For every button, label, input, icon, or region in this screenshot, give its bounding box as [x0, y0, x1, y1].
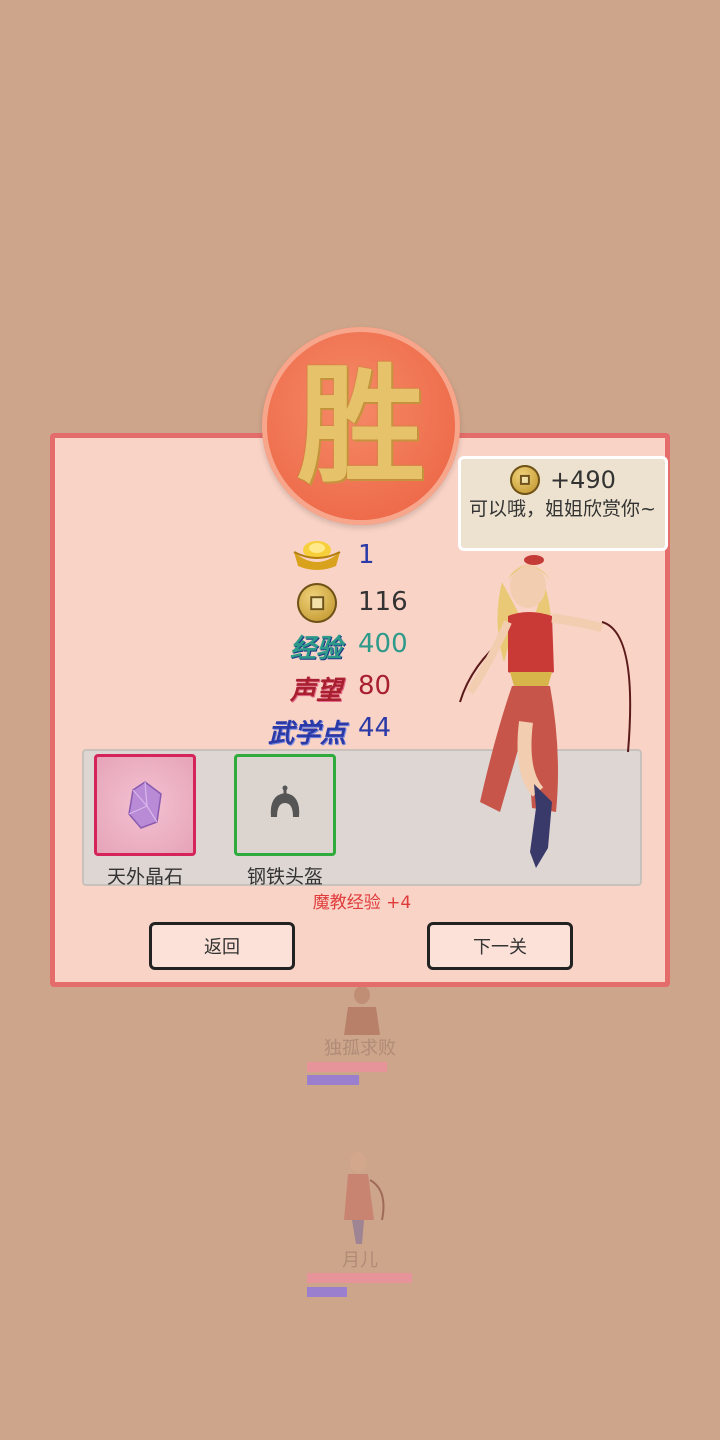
loot-name: 钢铁头盔	[246, 866, 323, 888]
speech-coin-amount: +490	[550, 466, 616, 494]
coin-value: 116	[358, 587, 408, 617]
speech-bubble: +490 可以哦，姐姐欣赏你~	[458, 456, 668, 551]
loot-slot-crystal[interactable]	[94, 754, 196, 856]
experience-label: 经验	[289, 634, 342, 664]
reputation-value: 80	[358, 671, 392, 701]
heroine-figure-icon	[344, 1152, 385, 1244]
hp-bar	[307, 1062, 387, 1072]
victory-text: 胜	[296, 351, 425, 501]
background-unit-dugu	[338, 985, 386, 1041]
coin-icon	[510, 465, 541, 495]
loot-slot-helmet[interactable]	[234, 754, 336, 856]
gold-ingot-icon	[293, 541, 341, 570]
helmet-icon	[270, 785, 300, 817]
game-screen: 独孤求败 月儿 胜 +490 可以哦，姐姐欣赏你~ 1 116 经验 400 声	[0, 0, 720, 1440]
back-button[interactable]: 返回	[149, 922, 295, 970]
next-level-button[interactable]: 下一关	[427, 922, 573, 970]
background-unit-yueer	[330, 1150, 390, 1250]
loot-name: 天外晶石	[106, 866, 183, 888]
mp-bar	[307, 1287, 347, 1297]
martial-points-value: 44	[358, 713, 392, 743]
coin-icon	[297, 583, 337, 623]
heroine-portrait	[459, 555, 632, 868]
mp-bar	[307, 1075, 359, 1085]
swordsman-figure-icon	[344, 986, 380, 1035]
reputation-label: 声望	[289, 676, 342, 706]
background-unit-name: 月儿	[342, 1250, 378, 1271]
speech-message: 可以哦，姐姐欣赏你~	[469, 498, 656, 520]
victory-badge: 胜	[262, 327, 460, 525]
experience-value: 400	[358, 629, 408, 659]
hp-bar	[307, 1273, 412, 1283]
crystal-icon	[128, 781, 162, 829]
gold-ingot-value: 1	[358, 540, 375, 570]
sect-experience: 魔教经验 +4	[312, 893, 412, 913]
martial-points-label: 武学点	[267, 719, 346, 749]
background-unit-name: 独孤求败	[324, 1038, 396, 1059]
